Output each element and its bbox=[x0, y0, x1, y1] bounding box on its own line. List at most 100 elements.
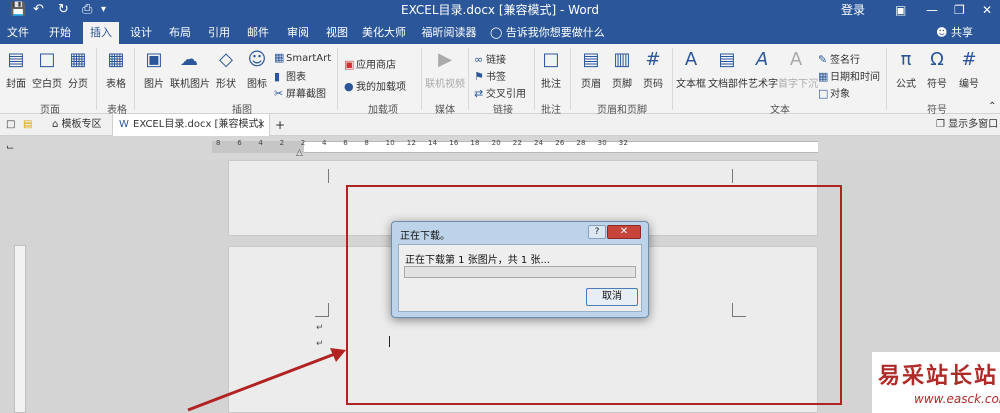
footer-button[interactable]: ▥ 页脚 bbox=[609, 48, 635, 90]
dialog-title: 正在下载。 bbox=[400, 231, 450, 242]
wordart-button[interactable]: A 艺术字 bbox=[748, 48, 778, 90]
ruler-number: 6 bbox=[237, 139, 242, 147]
tab-review[interactable]: 审阅 bbox=[280, 22, 316, 44]
ruler-number: 20 bbox=[491, 139, 501, 147]
object-button[interactable]: □ 对象 bbox=[818, 85, 850, 100]
blank-page-button[interactable]: □ 空白页 bbox=[32, 48, 62, 90]
document-tab[interactable]: W EXCEL目录.docx [兼容模式] × bbox=[112, 114, 270, 136]
tab-design[interactable]: 设计 bbox=[123, 22, 159, 44]
help-button[interactable]: ? bbox=[588, 225, 606, 239]
screenshot-button[interactable]: ✂ 屏幕截图 bbox=[274, 85, 326, 100]
dialog-body: 正在下载第 1 张图片，共 1 张... 取消 bbox=[398, 244, 642, 312]
ruler-number: 12 bbox=[406, 139, 417, 147]
ruler-number: 8 bbox=[216, 139, 221, 147]
multi-window-button[interactable]: ❐ 显示多窗口 bbox=[936, 114, 998, 136]
group-separator bbox=[468, 48, 469, 110]
comment-button[interactable]: □ 批注 bbox=[538, 48, 564, 90]
tab-foxit-reader[interactable]: 福昕阅读器 bbox=[418, 22, 480, 44]
chart-button[interactable]: ▮ 图表 bbox=[274, 68, 306, 83]
watermark-title: 易采站长站 bbox=[878, 363, 999, 389]
header-icon: ▤ bbox=[582, 49, 600, 70]
shapes-button[interactable]: ◇ 形状 bbox=[212, 48, 240, 90]
icons-button[interactable]: ☺ 图标 bbox=[244, 48, 270, 90]
cross-reference-button[interactable]: ⇄ 交叉引用 bbox=[474, 85, 526, 100]
omega-icon: Ω bbox=[930, 49, 944, 70]
blank-page-icon: □ bbox=[38, 49, 56, 70]
ribbon-display-options-icon[interactable]: ▣ bbox=[895, 0, 906, 20]
tab-references[interactable]: 引用 bbox=[201, 22, 237, 44]
group-separator bbox=[886, 48, 887, 110]
table-icon: ▦ bbox=[107, 49, 125, 70]
group-separator bbox=[570, 48, 571, 110]
group-separator bbox=[96, 48, 97, 110]
smartart-button[interactable]: ▦ SmartArt bbox=[274, 51, 331, 64]
login-link[interactable]: 登录 bbox=[841, 0, 865, 20]
document-parts-button[interactable]: ▤ 文档部件 bbox=[708, 48, 748, 90]
close-dialog-button[interactable]: ✕ bbox=[607, 225, 641, 239]
equation-button[interactable]: π 公式 bbox=[892, 48, 920, 90]
cancel-button[interactable]: 取消 bbox=[586, 288, 638, 306]
ruler-number: 22 bbox=[512, 139, 523, 147]
group-separator bbox=[672, 48, 673, 110]
date-time-button[interactable]: ▦ 日期和时间 bbox=[818, 68, 880, 83]
table-button[interactable]: ▦ 表格 bbox=[103, 48, 129, 90]
vertical-ruler bbox=[14, 245, 26, 413]
page-break-button[interactable]: ▦ 分页 bbox=[66, 48, 90, 90]
online-picture-button[interactable]: ☁ 联机图片 bbox=[170, 48, 210, 90]
my-addins-button[interactable]: ● 我的加载项 bbox=[344, 78, 406, 93]
app-store-button[interactable]: ▣ 应用商店 bbox=[344, 56, 396, 71]
collapse-ribbon-icon[interactable]: ⌃ bbox=[988, 101, 996, 112]
tab-view[interactable]: 视图 bbox=[319, 22, 355, 44]
tab-layout[interactable]: 布局 bbox=[162, 22, 198, 44]
numbering-button[interactable]: # 编号 bbox=[956, 48, 982, 90]
tell-me-search[interactable]: ◯ 告诉我你想要做什么 bbox=[490, 22, 605, 44]
document-tab-label: EXCEL目录.docx [兼容模式] bbox=[133, 119, 263, 130]
add-tab-button[interactable]: + bbox=[275, 114, 285, 136]
close-window-icon[interactable]: ✕ bbox=[982, 0, 992, 20]
group-separator bbox=[421, 48, 422, 110]
comment-icon: □ bbox=[542, 49, 560, 70]
crop-mark bbox=[732, 169, 746, 183]
minimize-icon[interactable]: — bbox=[926, 0, 938, 20]
ruler-number: 30 bbox=[597, 139, 607, 147]
picture-icon: ▣ bbox=[145, 49, 163, 70]
group-separator bbox=[337, 48, 338, 110]
new-document-icon[interactable]: □ bbox=[6, 114, 15, 136]
ribbon-insert-panel: ▤ 封面 □ 空白页 ▦ 分页 ▦ 表格 ▣ 图片 ☁ 联机图片 ◇ 形状 ☺ 图标 ▦ Smar… bbox=[0, 44, 1000, 116]
wordart-icon: A bbox=[755, 49, 769, 70]
ruler-number: 26 bbox=[555, 139, 565, 147]
dropcap-button[interactable]: A 首字下沉 bbox=[778, 48, 818, 90]
document-parts-icon: ▤ bbox=[718, 49, 736, 70]
signature-line-button[interactable]: ✎ 签名行 bbox=[818, 51, 860, 66]
title-bar: 💾 ↶ ↻ ⎙ ▾ EXCEL目录.docx [兼容模式] - Word 登录 … bbox=[0, 0, 1000, 20]
tab-stop-selector[interactable]: ⌙ bbox=[6, 137, 14, 159]
ruler-number: 32 bbox=[618, 139, 629, 147]
tab-file[interactable]: 文件 bbox=[0, 22, 36, 44]
textbox-button[interactable]: A 文本框 bbox=[676, 48, 706, 90]
cross-reference-icon: ⇄ bbox=[474, 87, 484, 100]
word-icon: W bbox=[119, 119, 129, 130]
bookmark-button[interactable]: ⚑ 书签 bbox=[474, 68, 506, 83]
store-icon: ▣ bbox=[344, 58, 355, 71]
crop-mark bbox=[315, 169, 329, 183]
tab-mailings[interactable]: 邮件 bbox=[240, 22, 276, 44]
symbol-button[interactable]: Ω 符号 bbox=[924, 48, 950, 90]
picture-button[interactable]: ▣ 图片 bbox=[140, 48, 168, 90]
header-button[interactable]: ▤ 页眉 bbox=[578, 48, 604, 90]
share-button[interactable]: ☻ 共享 bbox=[936, 22, 973, 44]
tab-home[interactable]: 开始 bbox=[42, 22, 78, 44]
folder-icon[interactable]: ▤ bbox=[23, 114, 32, 136]
icons-icon: ☺ bbox=[247, 49, 267, 70]
online-video-button[interactable]: ▶ 联机视频 bbox=[425, 48, 465, 90]
calendar-icon: ▦ bbox=[818, 70, 829, 83]
restore-icon[interactable]: ❐ bbox=[954, 0, 965, 20]
link-button[interactable]: ∞ 链接 bbox=[474, 51, 506, 66]
tab-insert[interactable]: 插入 bbox=[83, 22, 119, 44]
page-number-button[interactable]: # 页码 bbox=[640, 48, 666, 90]
ruler-number: 8 bbox=[364, 139, 370, 147]
cover-button[interactable]: ▤ 封面 bbox=[4, 48, 28, 90]
template-zone-tab[interactable]: ⌂ 模板专区 bbox=[52, 114, 102, 136]
close-tab-icon[interactable]: × bbox=[257, 114, 265, 136]
tab-beautify[interactable]: 美化大师 bbox=[356, 22, 412, 44]
ruler-number: 14 bbox=[428, 139, 438, 147]
